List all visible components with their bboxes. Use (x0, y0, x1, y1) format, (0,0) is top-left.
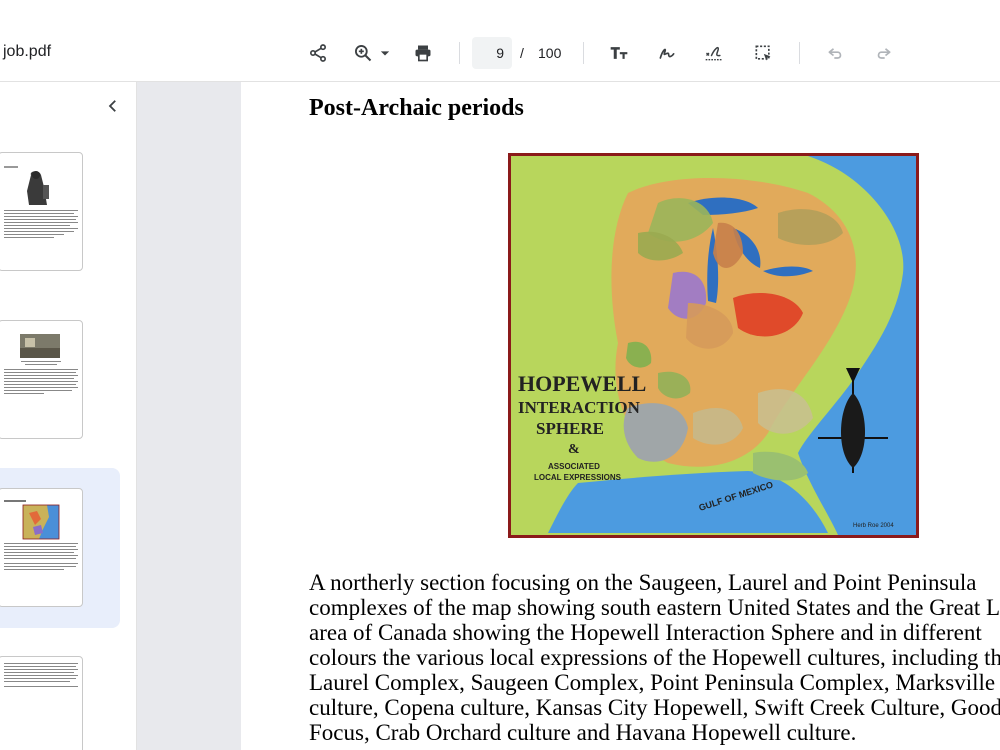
page-thumbnail[interactable] (0, 152, 83, 271)
page-number-input[interactable]: 9 (472, 37, 512, 69)
text-size-icon (610, 47, 628, 59)
undo-icon (828, 48, 842, 59)
hopewell-map-image: HOPEWELL INTERACTION SPHERE & ASSOCIATED… (508, 153, 919, 538)
toolbar-divider (799, 42, 800, 64)
redo-icon (877, 48, 891, 59)
zoom-in-icon (355, 45, 372, 62)
print-button[interactable] (408, 38, 438, 68)
share-icon (310, 44, 326, 62)
signature-icon (705, 46, 723, 61)
map-title-line2: INTERACTION (518, 398, 641, 417)
chevron-left-icon (108, 100, 116, 112)
file-title: job.pdf (3, 43, 52, 60)
redo-button[interactable] (868, 38, 898, 68)
undo-button[interactable] (821, 38, 851, 68)
body-line: area of Canada showing the Hopewell Inte… (309, 620, 982, 645)
toolbar-divider (459, 42, 460, 64)
collapse-sidebar-button[interactable] (102, 95, 124, 117)
page-thumbnail-selected[interactable] (0, 488, 83, 607)
page-thumbnail[interactable] (0, 320, 83, 439)
map-subtitle-line1: ASSOCIATED (548, 462, 600, 471)
map-title-line3: SPHERE (536, 419, 604, 438)
page-separator: / (520, 45, 524, 61)
body-paragraph: A northerly section focusing on the Saug… (309, 570, 1000, 745)
pdf-toolbar: job.pdf 9 / 100 (0, 0, 1000, 82)
select-area-button[interactable] (748, 38, 778, 68)
map-subtitle-line2: LOCAL EXPRESSIONS (534, 473, 622, 482)
body-line: Focus, Crab Orchard culture and Havana H… (309, 720, 857, 745)
draw-icon (659, 48, 675, 59)
body-line: complexes of the map showing south easte… (309, 595, 1000, 620)
thumbnail-preview (4, 334, 78, 394)
body-line: Laurel Complex, Saugeen Complex, Point P… (309, 670, 996, 695)
body-line: culture, Copena culture, Kansas City Hop… (309, 695, 1000, 720)
body-line: A northerly section focusing on the Saug… (309, 570, 977, 595)
toolbar-divider (583, 42, 584, 64)
thumbnail-preview (4, 500, 78, 570)
map-signature: Herb Roe 2004 (853, 523, 894, 529)
page-heading: Post-Archaic periods (309, 95, 524, 121)
document-gutter (137, 82, 241, 750)
map-ampersand: & (568, 442, 580, 457)
text-size-button[interactable] (604, 38, 634, 68)
zoom-dropdown-button[interactable] (373, 38, 397, 68)
page-total: 100 (538, 45, 562, 61)
thumbnail-preview (4, 663, 78, 687)
chevron-down-icon (380, 51, 390, 56)
body-line: colours the various local expressions of… (309, 645, 1000, 670)
page-thumbnail[interactable] (0, 656, 83, 750)
thumbnail-preview (4, 166, 78, 238)
draw-button[interactable] (652, 38, 682, 68)
thumbnail-sidebar (0, 82, 137, 750)
pdf-page: Post-Archaic periods HOPEWELL INTERACTIO… (241, 82, 1000, 750)
share-button[interactable] (303, 38, 333, 68)
signature-button[interactable] (699, 38, 729, 68)
map-title-line1: HOPEWELL (518, 371, 646, 396)
select-area-icon (755, 45, 771, 61)
print-icon (415, 45, 431, 62)
